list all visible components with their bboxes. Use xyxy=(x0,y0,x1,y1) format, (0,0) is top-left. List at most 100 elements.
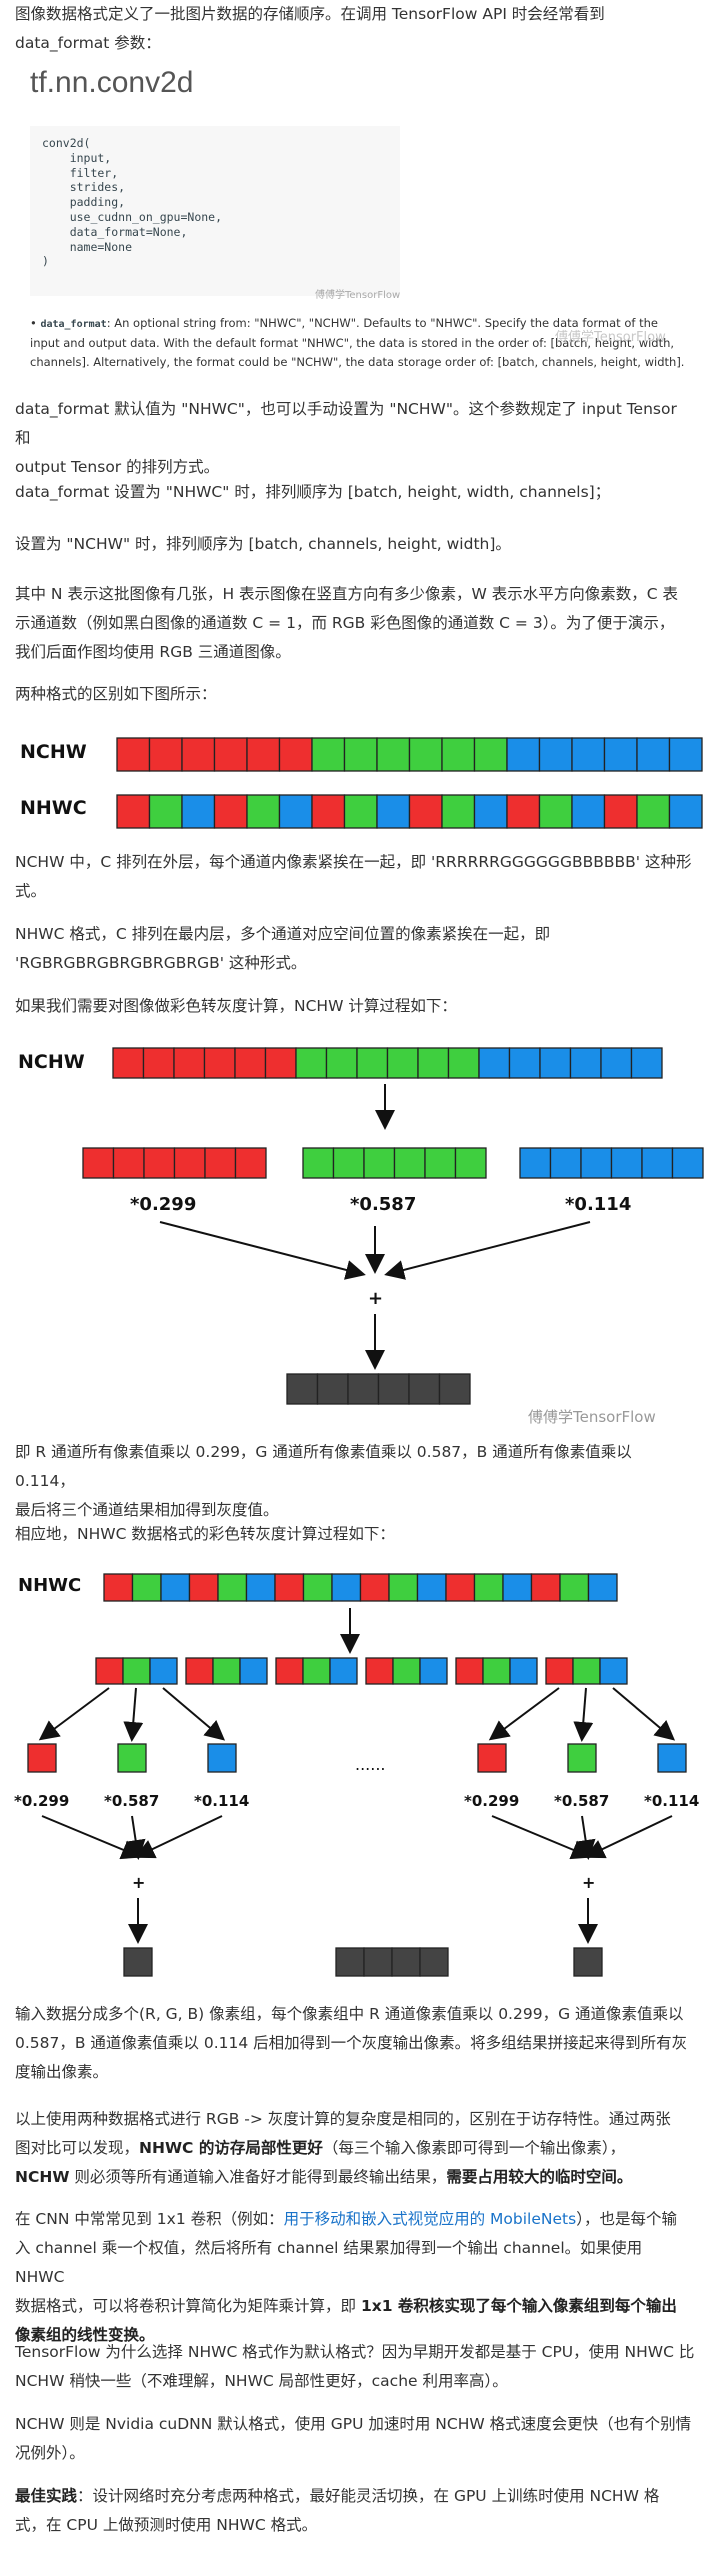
pixel-cell xyxy=(275,1657,304,1685)
paragraph: TensorFlow 为什么选择 NHWC 格式作为默认格式？因为早期开发都是基… xyxy=(15,2343,695,2390)
pixel-cell xyxy=(502,1573,533,1602)
nhwc-grayscale-diagram: NHWC ...... *0.299 *0.587 *0.114 *0.299 *0.5… xyxy=(14,1573,699,1977)
pixel-cell xyxy=(116,794,151,829)
pixel-cell xyxy=(599,1657,628,1685)
nchw-pixel-row xyxy=(116,737,703,772)
pixel-cell xyxy=(506,737,541,772)
pixel-cell xyxy=(82,1147,115,1179)
pixel-cell xyxy=(365,1657,394,1685)
pixel-cell xyxy=(538,794,573,829)
pixel-cell xyxy=(572,1657,601,1685)
pixel-cell xyxy=(173,1047,206,1079)
pixel-cell xyxy=(506,794,541,829)
pixel-cell xyxy=(343,794,378,829)
pixel-cell xyxy=(264,1047,297,1079)
pixel-cell xyxy=(603,737,638,772)
label-nchw: NCHW xyxy=(20,741,87,763)
pixel-cell xyxy=(408,737,443,772)
input-pixel-row xyxy=(112,1047,663,1079)
pixel-cell xyxy=(325,1047,358,1079)
gray-pixel xyxy=(316,1373,349,1405)
pixel-cell xyxy=(376,794,411,829)
paragraph: data_format 默认值为 "NHWC"，也可以手动设置为 "NCHW"。… xyxy=(15,400,677,476)
pixel-cell xyxy=(142,1047,175,1079)
format-comparison-diagram: NCHW NHWC xyxy=(20,737,703,829)
channel-pixel xyxy=(27,1743,57,1773)
pixel-cell xyxy=(173,1147,206,1179)
pixel-cell xyxy=(473,1573,504,1602)
paragraph: NCHW 中，C 排列在外层，每个通道内像素紧挨在一起，即 'RRRRRRGGG… xyxy=(15,853,692,900)
plus-sign: + xyxy=(582,1873,595,1892)
pixel-cell xyxy=(203,1047,236,1079)
pixel-cell xyxy=(571,794,606,829)
pixel-cell xyxy=(311,794,346,829)
gray-pixel xyxy=(123,1947,153,1977)
api-title: tf.nn.conv2d xyxy=(30,66,194,99)
paragraph: 即 R 通道所有像素值乘以 0.299，G 通道所有像素值乘以 0.587，B … xyxy=(15,1443,632,1519)
pixel-cell xyxy=(278,794,313,829)
paragraph: 设置为 "NCHW" 时，排列顺序为 [batch, channels, hei… xyxy=(15,535,511,553)
pixel-cell xyxy=(246,737,281,772)
pixel-cell xyxy=(417,1047,450,1079)
pixel-cell xyxy=(234,1147,267,1179)
weight-label: *0.299 xyxy=(464,1792,519,1810)
gray-pixel xyxy=(347,1373,380,1405)
gray-output-row xyxy=(286,1373,471,1405)
weight-label: *0.299 xyxy=(14,1792,69,1810)
paragraph: 在 CNN 中常常见到 1x1 卷积（例如：用于移动和嵌入式视觉应用的 Mobi… xyxy=(15,2210,677,2344)
pixel-cell xyxy=(569,1047,602,1079)
plus-sign: + xyxy=(132,1873,145,1892)
channel-pixel xyxy=(117,1743,147,1773)
pixel-cell xyxy=(445,1573,476,1602)
pixel-cell xyxy=(600,1047,633,1079)
channel-pixel xyxy=(657,1743,687,1773)
pixel-cell xyxy=(455,1657,484,1685)
pixel-cell xyxy=(559,1573,590,1602)
pixel-cell xyxy=(245,1573,276,1602)
dots: ...... xyxy=(355,1755,386,1774)
plus-sign: + xyxy=(368,1288,383,1309)
code-block: conv2d( input, filter, strides, padding,… xyxy=(30,126,400,296)
red-channel-group xyxy=(82,1147,267,1179)
plus-signs: + + xyxy=(132,1873,595,1892)
pixel-cell xyxy=(311,737,346,772)
intro-line: data_format 参数： xyxy=(15,34,161,52)
pixel-cell xyxy=(185,1657,214,1685)
weight-g: *0.587 xyxy=(350,1194,416,1215)
arrow xyxy=(491,1815,592,1860)
pixel-cell xyxy=(388,1573,419,1602)
gray-pixel xyxy=(391,1947,421,1977)
pixel-cell xyxy=(239,1657,268,1685)
pixel-cell xyxy=(302,1573,333,1602)
pixel-cell xyxy=(213,794,248,829)
pixel-cell xyxy=(408,794,443,829)
green-channel-group xyxy=(302,1147,487,1179)
weight-b: *0.114 xyxy=(565,1194,631,1215)
pixel-cell xyxy=(274,1573,305,1602)
pixel-cell xyxy=(295,1047,328,1079)
mobilenets-link[interactable]: 用于移动和嵌入式视觉应用的 MobileNets xyxy=(284,2210,577,2228)
arrow xyxy=(41,1815,142,1860)
pixel-cell xyxy=(332,1147,365,1179)
pixel-cell xyxy=(668,794,703,829)
pixel-cell xyxy=(636,794,671,829)
gray-pixel xyxy=(363,1947,393,1977)
pixel-cell xyxy=(392,1657,421,1685)
pixel-cell xyxy=(363,1147,396,1179)
pixel-cell xyxy=(610,1147,643,1179)
pixel-cell xyxy=(212,1657,241,1685)
pixel-cell xyxy=(473,794,508,829)
paragraph: 以上使用两种数据格式进行 RGB -> 灰度计算的复杂度是相同的，区别在于访存特… xyxy=(15,2110,671,2186)
pixel-cell xyxy=(538,737,573,772)
paragraph: 最佳实践：设计网络时充分考虑两种格式，最好能灵活切换，在 GPU 上训练时使用 … xyxy=(15,2487,660,2534)
param-name: data_format xyxy=(40,319,107,330)
pixel-cell xyxy=(587,1573,618,1602)
paragraph: NHWC 格式，C 排列在最内层，多个通道对应空间位置的像素紧挨在一起，即 'R… xyxy=(15,925,551,972)
gray-pixel xyxy=(286,1373,319,1405)
paragraph: 两种格式的区别如下图所示： xyxy=(15,685,217,703)
intro-line: 图像数据格式定义了一批图片数据的存储顺序。在调用 TensorFlow API … xyxy=(15,5,605,23)
arrow xyxy=(575,1815,596,1860)
pixel-cell xyxy=(213,737,248,772)
paragraph: NCHW 则是 Nvidia cuDNN 默认格式，使用 GPU 加速时用 NC… xyxy=(15,2415,692,2462)
pixel-cell xyxy=(376,737,411,772)
